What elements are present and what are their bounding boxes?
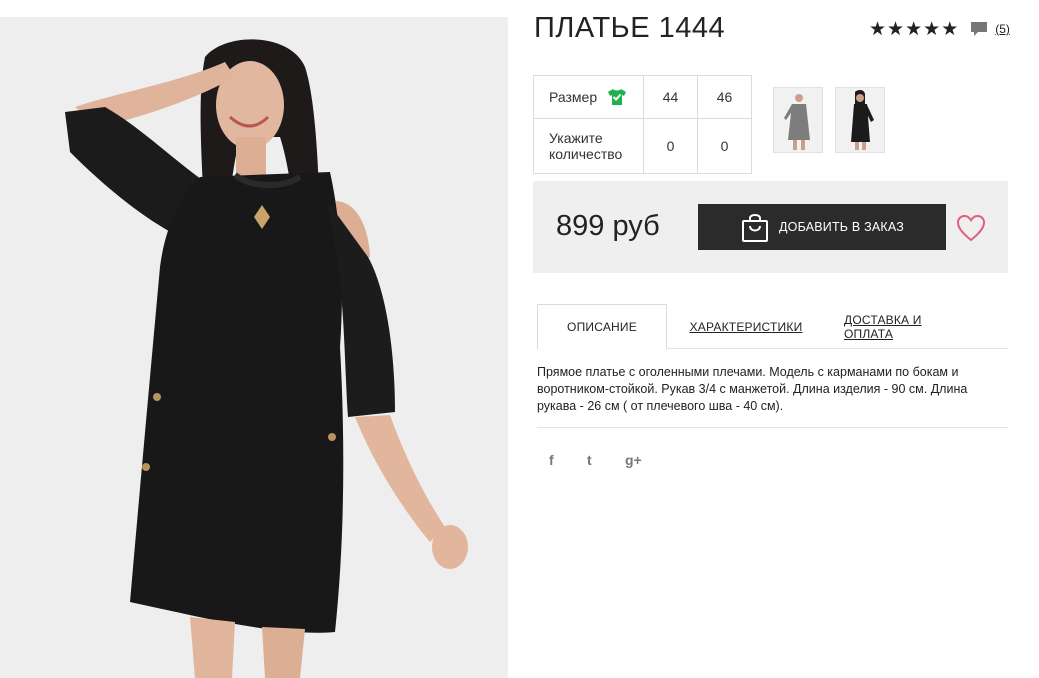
reviews-count-link[interactable]: (5) bbox=[995, 22, 1010, 36]
star-icon[interactable]: ★ bbox=[905, 20, 922, 39]
quantity-row: Укажите количество 0 0 bbox=[533, 118, 752, 174]
facebook-icon[interactable]: f bbox=[549, 452, 587, 472]
section-divider bbox=[537, 427, 1008, 428]
quantity-label-line1: Укажите bbox=[549, 130, 603, 146]
product-price: 899 руб bbox=[556, 210, 660, 242]
size-label-cell: Размер bbox=[533, 75, 644, 119]
add-to-order-button[interactable]: ДОБАВИТЬ В ЗАКАЗ bbox=[698, 204, 946, 250]
tshirt-check-icon[interactable] bbox=[607, 88, 627, 106]
size-label: Размер bbox=[549, 89, 598, 105]
product-title: ПЛАТЬЕ 1444 bbox=[534, 12, 726, 44]
star-icon[interactable]: ★ bbox=[869, 20, 886, 39]
size-quantity-table: Размер 44 46 Укажите количество 0 0 bbox=[533, 75, 752, 174]
comment-icon[interactable] bbox=[970, 20, 988, 38]
size-row: Размер 44 46 bbox=[533, 75, 752, 119]
star-icon[interactable]: ★ bbox=[887, 20, 904, 39]
tab-characteristics[interactable]: ХАРАКТЕРИСТИКИ bbox=[685, 304, 807, 349]
google-plus-icon[interactable]: g+ bbox=[625, 452, 663, 472]
quantity-label-line2: количество bbox=[549, 146, 623, 162]
tab-description[interactable]: ОПИСАНИЕ bbox=[537, 304, 667, 350]
product-main-image[interactable] bbox=[0, 17, 508, 678]
size-option-44[interactable]: 44 bbox=[643, 75, 698, 119]
quantity-input-46[interactable]: 0 bbox=[697, 118, 752, 174]
product-description: Прямое платье с оголенными плечами. Моде… bbox=[537, 365, 968, 413]
star-icon[interactable]: ★ bbox=[941, 20, 958, 39]
star-icon[interactable]: ★ bbox=[923, 20, 940, 39]
quantity-input-44[interactable]: 0 bbox=[643, 118, 698, 174]
quantity-label-cell: Укажите количество bbox=[533, 118, 644, 174]
add-to-order-label: ДОБАВИТЬ В ЗАКАЗ bbox=[779, 220, 905, 234]
twitter-icon[interactable]: t bbox=[587, 452, 625, 472]
product-info-tabs: ОПИСАНИЕ ХАРАКТЕРИСТИКИ ДОСТАВКА И ОПЛАТ… bbox=[537, 304, 1008, 350]
social-share: f t g+ bbox=[549, 452, 663, 472]
product-thumbnail-gray[interactable] bbox=[773, 87, 823, 153]
shopping-bag-icon bbox=[742, 214, 768, 242]
rating-block: ★ ★ ★ ★ ★ (5) bbox=[869, 18, 1010, 40]
dress-photo-illustration bbox=[0, 17, 508, 678]
rating-stars[interactable]: ★ ★ ★ ★ ★ bbox=[869, 20, 958, 39]
purchase-panel: 899 руб ДОБАВИТЬ В ЗАКАЗ bbox=[533, 181, 1008, 273]
heart-icon[interactable] bbox=[956, 214, 986, 242]
product-thumbnail-black[interactable] bbox=[835, 87, 885, 153]
size-option-46[interactable]: 46 bbox=[697, 75, 752, 119]
tab-delivery-payment[interactable]: ДОСТАВКА И ОПЛАТА bbox=[844, 304, 974, 349]
